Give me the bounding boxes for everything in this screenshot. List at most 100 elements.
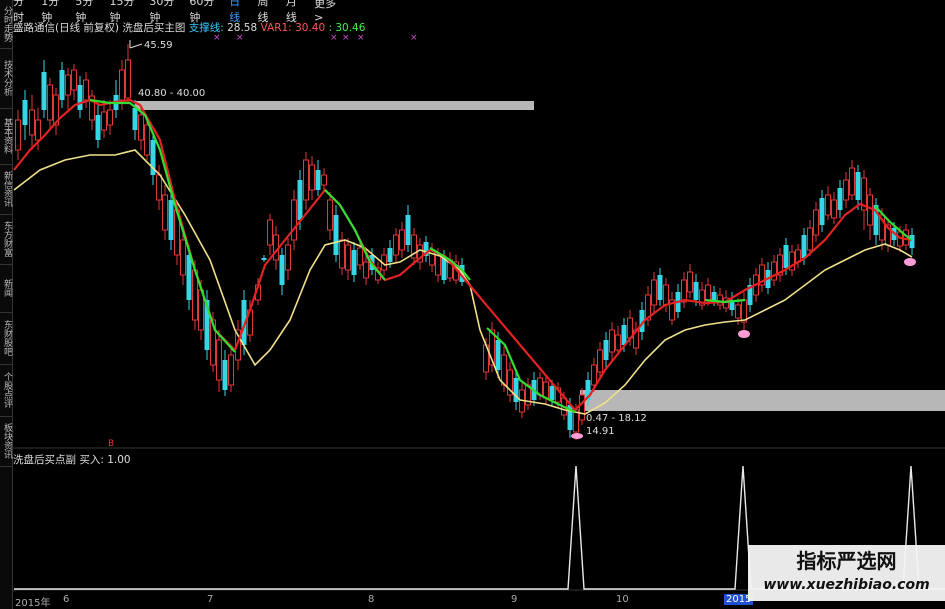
candle-body [399,229,405,251]
svg-text:×: × [357,33,365,43]
watermark-cn: 指标严选网 [796,549,897,573]
candle-body [22,100,28,125]
candle-body [909,235,915,248]
axis-label-7: 7 [207,594,214,605]
candle-body [107,109,113,126]
candle-body [35,119,41,141]
svg-text:×: × [410,33,418,43]
high-marker-line [129,43,143,49]
candle-body [621,325,627,345]
candle-body [15,119,21,151]
candle-body [228,354,234,386]
candle-body [603,340,609,360]
axis-label-8: 8 [368,594,375,605]
candle-body [705,284,711,301]
high-price-label: 45.59 [144,40,173,51]
candle-body [657,275,663,300]
candle-body [867,194,873,226]
candle-body [807,227,813,251]
buy-value: 1.00 [107,454,131,466]
candle-body [144,124,150,156]
candle-body [222,360,228,390]
candle-body [813,209,819,236]
candle-body [837,188,843,210]
candle-body [29,109,35,136]
candle-body [843,179,849,201]
support-zone [580,390,945,411]
sub-legend: 洗盘后买点副 买入: 1.00 [13,452,131,467]
candle-body [168,200,174,240]
sub-indicator-name: 洗盘后买点副 [13,454,76,466]
candle-body [59,70,65,100]
candle-body [180,239,186,276]
candle-body [261,258,267,260]
candle-body [825,194,831,216]
candle-body [609,329,615,353]
candle-body [435,254,441,276]
candle-body [831,199,837,219]
candle-body [693,282,699,300]
candle-body [41,72,47,110]
resistance-zone [135,101,534,110]
candle-body [819,198,825,225]
candle-body [597,349,603,373]
candle-body [801,235,807,258]
candle-body [663,284,669,306]
candle-body [83,79,89,101]
candle-body [783,245,789,268]
candle-body [297,180,303,220]
candle-body [119,69,125,101]
sell-marker: B [108,439,114,449]
candle-body [285,244,291,271]
candle-body [291,199,297,241]
candle-body [387,248,393,262]
candle-body [717,294,723,306]
candle-body [156,174,162,201]
svg-text:×: × [236,33,244,43]
candle-body [591,364,597,386]
candle-body [186,255,192,300]
svg-text:×: × [330,33,338,43]
candle-body [321,174,327,186]
candle-body [615,334,621,351]
candle-body [501,354,507,386]
candle-body [681,279,687,303]
axis-label-year: 2015年 [15,598,51,609]
candle-body [315,170,321,190]
watermark: 指标严选网 www.xuezhibiao.com [748,545,945,601]
buy-label: 买入: [79,454,104,466]
candle-body [579,394,585,421]
candle-body [651,279,657,306]
candle-body [267,219,273,246]
candle-body [132,108,138,130]
candle-body [393,234,399,256]
candle-body [216,339,222,381]
candle-body [849,167,855,196]
candle-body [138,114,144,141]
candle-body [333,215,339,255]
candle-body [363,261,369,279]
candle-body [125,59,131,99]
candle-body [345,244,351,271]
candle-body [687,271,693,293]
candle-body [741,299,747,323]
candle-body [47,84,53,121]
candle-body [441,258,447,280]
candle-body [162,194,168,231]
candle-body [309,164,315,191]
candle-body [351,250,357,275]
zone-bottom-label: 0.47 - 18.12 [586,413,647,424]
candle-body [65,74,71,96]
low-price-label: 14.91 [586,426,615,437]
candle-body [855,172,861,200]
candle-body [543,381,549,399]
magenta-markers: × × × × × × [213,33,418,43]
axis-label-9: 9 [511,594,518,605]
candle-body [549,386,555,400]
candle-body [495,340,501,370]
candle-body [405,215,411,245]
svg-text:×: × [342,33,350,43]
candle-body [71,69,77,91]
candle-body [77,85,83,110]
axis-label-6: 6 [63,594,70,605]
